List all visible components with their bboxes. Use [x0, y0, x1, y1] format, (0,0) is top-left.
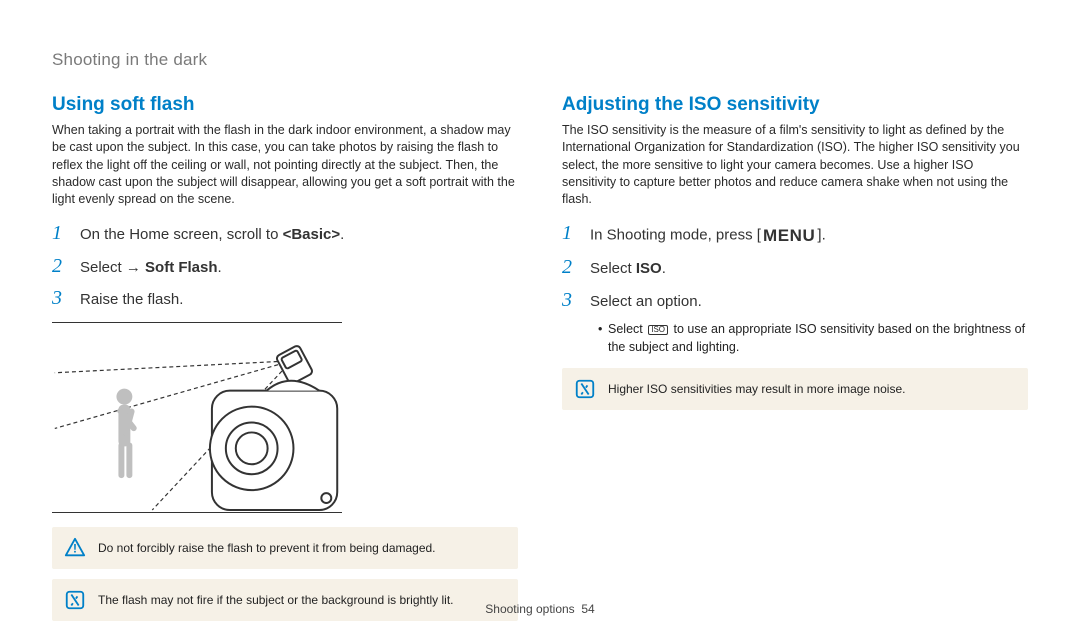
step-number: 3: [52, 287, 66, 310]
step-1: 1 In Shooting mode, press [MENU].: [562, 222, 1028, 248]
note-callout: Higher ISO sensitivities may result in m…: [562, 368, 1028, 410]
sub-post: to use an appropriate ISO sensitivity ba…: [608, 322, 1025, 354]
footer-section: Shooting options: [485, 602, 574, 616]
left-body: When taking a portrait with the flash in…: [52, 122, 518, 208]
footer-page: 54: [581, 602, 594, 616]
page-header: Shooting in the dark: [52, 50, 1028, 70]
step-number: 2: [52, 255, 66, 278]
step-number: 2: [562, 256, 576, 279]
step-text-pre: In Shooting mode, press [: [590, 226, 761, 243]
note-icon: [574, 378, 596, 400]
separator-line: [52, 322, 342, 323]
menu-icon: MENU: [761, 223, 817, 249]
warning-text: Do not forcibly raise the flash to preve…: [98, 540, 436, 556]
step-text: Select → Soft Flash.: [80, 257, 222, 280]
right-body: The ISO sensitivity is the measure of a …: [562, 122, 1028, 208]
warning-callout: ! Do not forcibly raise the flash to pre…: [52, 527, 518, 569]
right-steps: 1 In Shooting mode, press [MENU]. 2 Sele…: [562, 222, 1028, 313]
iso-auto-icon: ISO: [648, 325, 668, 335]
step-text-post: ].: [817, 226, 825, 243]
sub-bullet-list: Select ISO to use an appropriate ISO sen…: [562, 321, 1028, 356]
note-text: Higher ISO sensitivities may result in m…: [608, 381, 905, 397]
step-number: 3: [562, 289, 576, 312]
svg-text:!: !: [73, 541, 77, 555]
step-number: 1: [52, 222, 66, 245]
right-column: Adjusting the ISO sensitivity The ISO se…: [562, 94, 1028, 621]
left-column: Using soft flash When taking a portrait …: [52, 94, 518, 621]
step-text: In Shooting mode, press [MENU].: [590, 223, 826, 249]
warning-icon: !: [64, 537, 86, 559]
step-3: 3 Select an option.: [562, 289, 1028, 314]
step-2: 2 Select ISO.: [562, 256, 1028, 281]
step-text-pre: Select: [80, 259, 126, 276]
step-text-pre: On the Home screen, scroll to: [80, 226, 283, 243]
step-text-post: .: [662, 260, 666, 277]
arrow-icon: →: [126, 259, 145, 276]
page-footer: Shooting options 54: [0, 602, 1080, 616]
step-3: 3 Raise the flash.: [52, 287, 518, 312]
step-text-bold: <Basic>: [283, 226, 341, 243]
right-heading: Adjusting the ISO sensitivity: [562, 94, 1028, 116]
left-steps: 1 On the Home screen, scroll to <Basic>.…: [52, 222, 518, 312]
step-1: 1 On the Home screen, scroll to <Basic>.: [52, 222, 518, 247]
left-heading: Using soft flash: [52, 94, 518, 116]
content-columns: Using soft flash When taking a portrait …: [52, 94, 1028, 621]
sub-pre: Select: [608, 322, 646, 336]
step-text-bold: ISO: [636, 260, 662, 277]
camera-illustration: [52, 329, 342, 513]
step-text-post: .: [340, 226, 344, 243]
step-text-bold: Soft Flash: [145, 259, 218, 276]
step-number: 1: [562, 222, 576, 245]
step-2: 2 Select → Soft Flash.: [52, 255, 518, 280]
step-text: Select an option.: [590, 291, 702, 314]
step-text: Raise the flash.: [80, 289, 183, 312]
step-text-pre: Select: [590, 260, 636, 277]
step-text: Select ISO.: [590, 258, 666, 281]
step-text-post: .: [218, 259, 222, 276]
step-text: On the Home screen, scroll to <Basic>.: [80, 224, 344, 247]
sub-bullet: Select ISO to use an appropriate ISO sen…: [598, 321, 1028, 356]
